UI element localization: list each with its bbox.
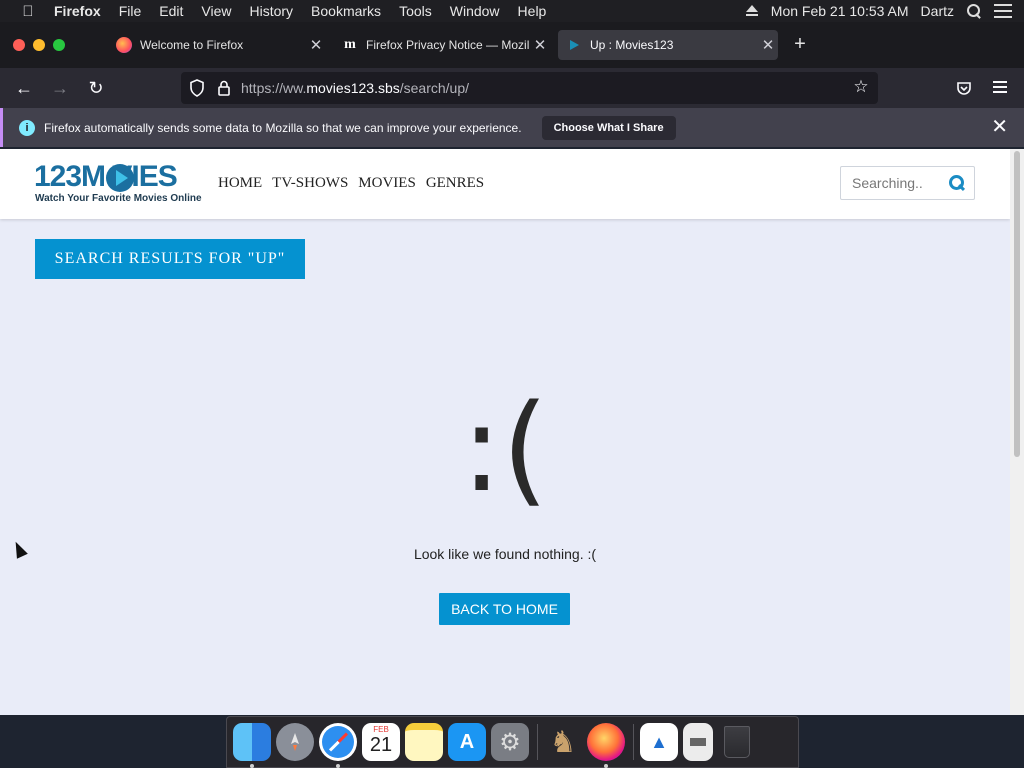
macos-dock: FEB 21 A ⚙ ♞ ▲ [226, 716, 799, 768]
tab-label: Up : Movies123 [590, 38, 674, 52]
logo-tagline: Watch Your Favorite Movies Online [35, 193, 202, 204]
eject-icon[interactable] [745, 5, 759, 17]
search-icon[interactable] [948, 174, 966, 192]
tab-label: Welcome to Firefox [140, 38, 244, 52]
calendar-icon[interactable]: FEB 21 [362, 723, 400, 761]
zoom-window-button[interactable] [53, 39, 65, 51]
menu-bookmarks[interactable]: Bookmarks [311, 3, 381, 19]
menubar-clock[interactable]: Mon Feb 21 10:53 AM [771, 3, 909, 19]
tab-movies123[interactable]: Up : Movies123 ✕ [558, 30, 778, 60]
site-search-input[interactable] [852, 175, 952, 191]
chess-icon[interactable]: ♞ [544, 723, 582, 761]
hamburger-menu-icon[interactable] [993, 81, 1007, 93]
url-text[interactable]: https://ww.movies123.sbs/search/up/ [241, 80, 469, 96]
info-icon: i [19, 119, 35, 136]
close-window-button[interactable] [13, 39, 25, 51]
calendar-day: 21 [369, 734, 393, 756]
web-page: 123M VIES Watch Your Favorite Movies Onl… [0, 149, 1010, 715]
page-scrollbar[interactable] [1010, 149, 1024, 715]
tab-privacy-notice[interactable]: m Firefox Privacy Notice — Mozilla ✕ [334, 30, 550, 60]
choose-what-i-share-button[interactable]: Choose What I Share [541, 115, 676, 140]
safari-icon[interactable] [319, 723, 357, 768]
empty-results-message: Look like we found nothing. :( [413, 546, 597, 562]
logo-play-icon [106, 164, 134, 192]
close-tab-icon[interactable]: ✕ [758, 36, 778, 54]
finder-icon[interactable] [233, 723, 271, 768]
forward-button[interactable]: → [49, 77, 71, 99]
calendar-month: FEB [373, 725, 389, 734]
system-preferences-icon[interactable]: ⚙ [491, 723, 529, 761]
data-collection-notification: i Firefox automatically sends some data … [0, 108, 1024, 147]
url-prefix: https://ww. [241, 80, 307, 96]
tab-bar: Welcome to Firefox ✕ m Firefox Privacy N… [0, 22, 1024, 68]
close-tab-icon[interactable]: ✕ [306, 36, 326, 54]
sad-face-emoticon: :( [461, 380, 549, 519]
mozilla-m-icon: m [344, 37, 356, 52]
close-tab-icon[interactable]: ✕ [530, 36, 550, 54]
tracking-shield-icon[interactable] [189, 79, 205, 97]
menu-window[interactable]: Window [450, 3, 500, 19]
nav-genres[interactable]: GENRES [426, 175, 484, 192]
menu-file[interactable]: File [119, 3, 142, 19]
url-domain: movies123.sbs [306, 80, 400, 96]
menu-app-name[interactable]: Firefox [54, 3, 101, 19]
launchpad-icon[interactable] [276, 723, 314, 761]
spotlight-icon[interactable] [966, 3, 982, 19]
tab-label: Firefox Privacy Notice — Mozilla [366, 38, 530, 52]
site-search-box [840, 166, 975, 200]
firefox-icon [116, 37, 132, 53]
pocket-icon[interactable] [956, 80, 972, 96]
navigation-toolbar: ← → ↻ https://ww.movies123.sbs/search/up… [0, 68, 1024, 108]
back-to-home-button[interactable]: BACK TO HOME [439, 593, 570, 625]
lock-icon[interactable] [217, 80, 231, 96]
scrollbar-thumb[interactable] [1014, 151, 1020, 457]
notes-icon[interactable] [405, 723, 443, 761]
app-store-icon[interactable]: A [448, 723, 486, 761]
url-bar[interactable]: https://ww.movies123.sbs/search/up/ ☆ [181, 72, 878, 104]
dock-separator [537, 724, 538, 760]
tab-welcome[interactable]: Welcome to Firefox ✕ [108, 30, 326, 60]
preview-icon[interactable]: ▲ [640, 723, 678, 761]
menu-tools[interactable]: Tools [399, 3, 432, 19]
menubar-user[interactable]: Dartz [921, 3, 954, 19]
macos-menubar:  Firefox File Edit View History Bookmar… [0, 0, 1024, 22]
menu-history[interactable]: History [249, 3, 293, 19]
play-icon [566, 37, 582, 53]
minimize-window-button[interactable] [33, 39, 45, 51]
new-tab-button[interactable]: + [790, 34, 810, 54]
nav-tv-shows[interactable]: TV-SHOWS [272, 175, 348, 192]
close-notification-icon[interactable]: ✕ [991, 117, 1008, 137]
nav-movies[interactable]: MOVIES [358, 175, 416, 192]
window-controls [13, 39, 73, 51]
back-button[interactable]: ← [13, 77, 35, 99]
file-icon[interactable] [683, 723, 713, 761]
search-results-heading: SEARCH RESULTS FOR "UP" [35, 239, 305, 279]
reload-button[interactable]: ↻ [85, 77, 107, 99]
dock-separator [633, 724, 634, 760]
menu-edit[interactable]: Edit [159, 3, 183, 19]
site-nav: HOME TV-SHOWS MOVIES GENRES [218, 175, 494, 192]
site-header: 123M VIES Watch Your Favorite Movies Onl… [0, 149, 1010, 219]
site-logo[interactable]: 123M VIES Watch Your Favorite Movies Onl… [34, 161, 202, 205]
control-center-icon[interactable] [994, 4, 1012, 18]
menu-view[interactable]: View [201, 3, 231, 19]
nav-home[interactable]: HOME [218, 175, 262, 192]
menu-help[interactable]: Help [518, 3, 547, 19]
firefox-icon[interactable] [587, 723, 625, 768]
trash-icon[interactable] [718, 723, 756, 761]
notification-message: Firefox automatically sends some data to… [44, 120, 522, 135]
url-path: /search/up/ [399, 80, 470, 96]
apple-icon[interactable]:  [18, 3, 38, 20]
bookmark-star-icon[interactable]: ☆ [850, 76, 872, 98]
